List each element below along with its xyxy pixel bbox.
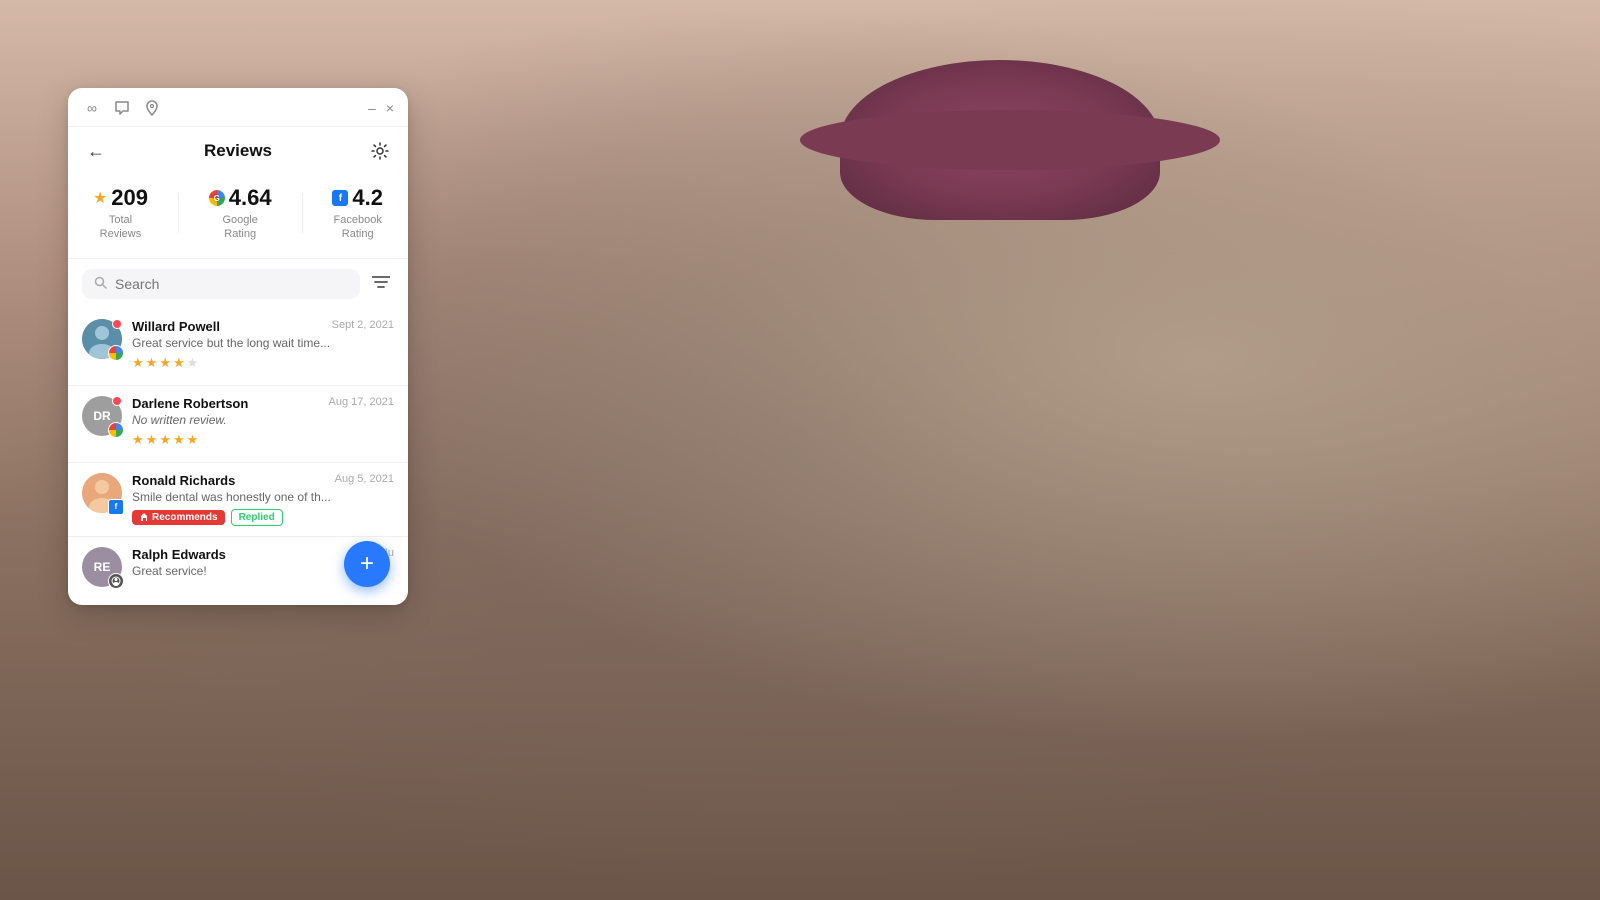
source-google-icon — [108, 422, 124, 438]
star-1: ★ — [132, 432, 144, 448]
star-5-empty: ★ — [187, 355, 199, 371]
star-5: ★ — [187, 432, 199, 448]
page-header: ← Reviews — [68, 127, 408, 173]
notification-dot — [112, 396, 122, 406]
minimize-button[interactable]: – — [368, 100, 376, 116]
avatar-wrap: f — [82, 473, 122, 513]
source-generic-icon — [108, 573, 124, 589]
stars-row: ★ ★ ★ ★ ★ — [132, 432, 394, 448]
total-reviews-label: TotalReviews — [100, 213, 142, 242]
close-button[interactable]: × — [386, 100, 394, 116]
stats-row: ★ 209 TotalReviews 4.64 GoogleRating f 4… — [68, 173, 408, 259]
stat-facebook-top: f 4.2 — [332, 185, 383, 211]
chat-icon — [112, 98, 132, 118]
reviewer-name: Ralph Edwards — [132, 547, 226, 562]
search-input[interactable] — [115, 276, 348, 292]
hat-brim-decoration — [800, 110, 1220, 170]
list-item[interactable]: Willard Powell Sept 2, 2021 Great servic… — [68, 309, 408, 386]
page-title: Reviews — [204, 141, 272, 161]
stat-total-top: ★ 209 — [93, 185, 148, 211]
review-date: Aug 17, 2021 — [329, 396, 394, 408]
star-icon: ★ — [93, 188, 107, 208]
star-1: ★ — [132, 355, 144, 371]
review-header: Willard Powell Sept 2, 2021 — [132, 319, 394, 334]
stat-google-rating: 4.64 GoogleRating — [209, 185, 272, 242]
stat-google-top: 4.64 — [209, 185, 272, 211]
total-reviews-value: 209 — [111, 185, 148, 211]
review-text: No written review. — [132, 413, 394, 427]
notification-dot — [112, 319, 122, 329]
review-content: Ronald Richards Aug 5, 2021 Smile dental… — [132, 473, 394, 526]
star-4: ★ — [173, 355, 185, 371]
add-review-fab[interactable]: + — [344, 541, 390, 587]
facebook-rating-value: 4.2 — [352, 185, 383, 211]
star-2: ★ — [146, 355, 158, 371]
location-icon — [142, 98, 162, 118]
source-facebook-icon: f — [108, 499, 124, 515]
google-rating-label: GoogleRating — [222, 213, 257, 242]
filter-button[interactable] — [368, 269, 394, 298]
stat-divider-2 — [302, 193, 303, 233]
search-container — [68, 259, 408, 309]
titlebar: ∞ – × — [68, 88, 408, 127]
replied-badge: Replied — [231, 509, 283, 526]
star-2: ★ — [146, 432, 158, 448]
review-badges: Recommends Replied — [132, 509, 394, 526]
recommends-badge: Recommends — [132, 510, 225, 525]
review-date: Aug 5, 2021 — [335, 473, 394, 485]
titlebar-controls: – × — [368, 100, 394, 116]
review-text: Smile dental was honestly one of th... — [132, 490, 394, 504]
review-content: Willard Powell Sept 2, 2021 Great servic… — [132, 319, 394, 375]
reviews-widget: ∞ – × ← Reviews — [68, 88, 408, 605]
list-item[interactable]: DR Darlene Robertson Aug 17, 2021 No wri… — [68, 386, 408, 463]
list-item[interactable]: f Ronald Richards Aug 5, 2021 Smile dent… — [68, 463, 408, 537]
search-icon — [94, 276, 107, 292]
avatar-wrap — [82, 319, 122, 359]
search-input-wrap[interactable] — [82, 269, 360, 299]
stat-total-reviews: ★ 209 TotalReviews — [93, 185, 148, 242]
star-4: ★ — [173, 432, 185, 448]
google-icon — [209, 190, 225, 206]
google-rating-value: 4.64 — [229, 185, 272, 211]
star-3: ★ — [159, 355, 171, 371]
review-header: Ronald Richards Aug 5, 2021 — [132, 473, 394, 488]
stars-row: ★ ★ ★ ★ ★ — [132, 355, 394, 371]
avatar-wrap: RE — [82, 547, 122, 587]
stat-divider-1 — [178, 193, 179, 233]
facebook-rating-label: FacebookRating — [334, 213, 382, 242]
review-content: Darlene Robertson Aug 17, 2021 No writte… — [132, 396, 394, 452]
review-header: Darlene Robertson Aug 17, 2021 — [132, 396, 394, 411]
reviewer-name: Darlene Robertson — [132, 396, 248, 411]
reviewer-name: Willard Powell — [132, 319, 220, 334]
star-3: ★ — [159, 432, 171, 448]
review-date: Sept 2, 2021 — [332, 319, 394, 331]
settings-button[interactable] — [366, 137, 394, 165]
facebook-icon: f — [332, 190, 348, 206]
review-top: DR Darlene Robertson Aug 17, 2021 No wri… — [82, 396, 394, 452]
infinity-icon: ∞ — [82, 98, 102, 118]
review-top: Willard Powell Sept 2, 2021 Great servic… — [82, 319, 394, 375]
back-button[interactable]: ← — [82, 137, 110, 165]
source-google-icon — [108, 345, 124, 361]
avatar-wrap: DR — [82, 396, 122, 436]
review-top: f Ronald Richards Aug 5, 2021 Smile dent… — [82, 473, 394, 526]
review-text: Great service but the long wait time... — [132, 336, 394, 350]
stat-facebook-rating: f 4.2 FacebookRating — [332, 185, 383, 242]
titlebar-app-icons: ∞ — [82, 98, 162, 118]
reviewer-name: Ronald Richards — [132, 473, 235, 488]
